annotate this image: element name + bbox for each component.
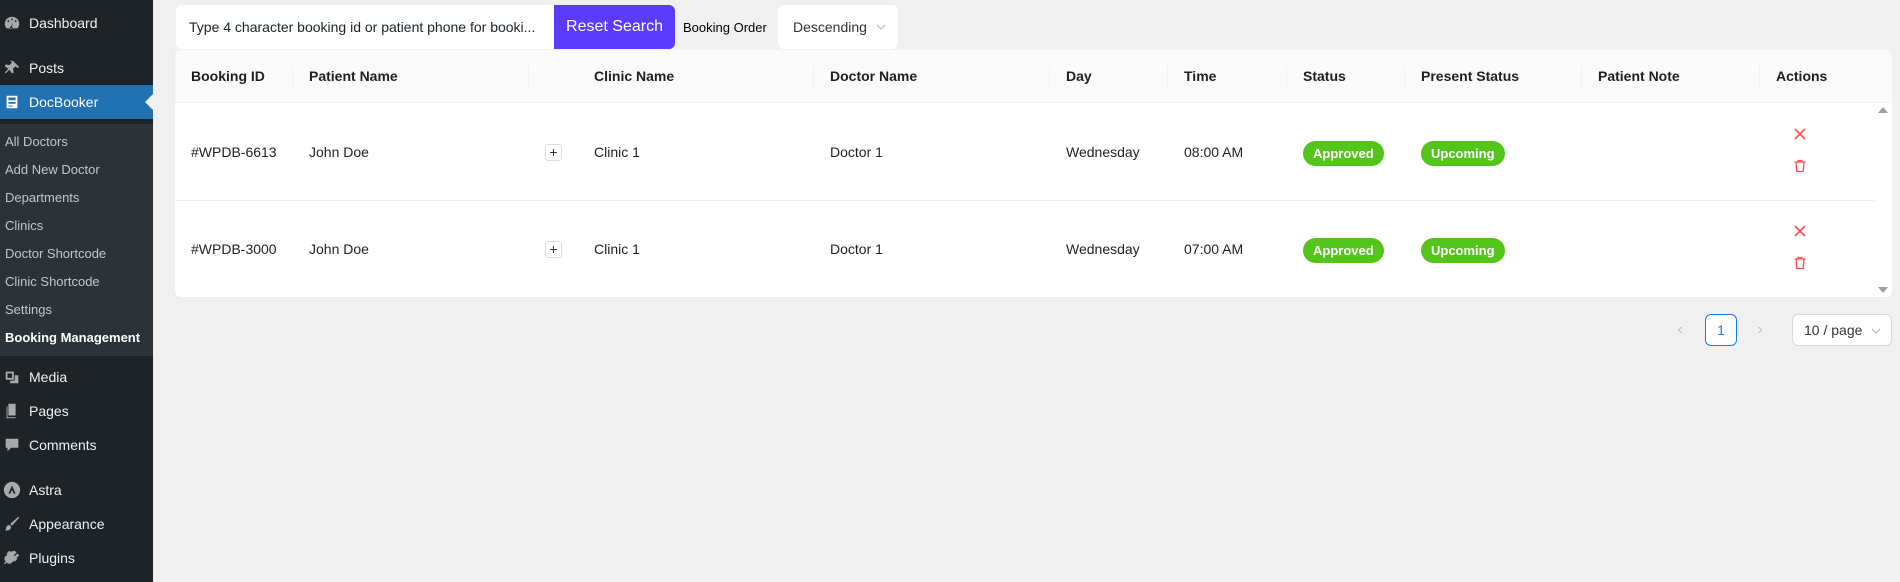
status-badge: Approved bbox=[1303, 141, 1384, 166]
menu-media[interactable]: Media bbox=[0, 360, 153, 394]
booking-search-box bbox=[176, 5, 554, 49]
media-icon bbox=[2, 367, 22, 387]
docbooker-submenu: All Doctors Add New Doctor Departments C… bbox=[0, 124, 153, 356]
header-clinic-name: Clinic Name bbox=[594, 68, 675, 84]
expand-row-button[interactable]: + bbox=[545, 241, 562, 258]
menu-appearance[interactable]: Appearance bbox=[0, 507, 153, 541]
menu-plugins-label: Plugins bbox=[29, 550, 75, 566]
expand-row-button[interactable]: + bbox=[545, 144, 562, 161]
table-row: #WPDB-6613 John Doe + Clinic 1 Doctor 1 … bbox=[175, 104, 1875, 201]
header-actions: Actions bbox=[1776, 68, 1828, 84]
submenu-all-doctors[interactable]: All Doctors bbox=[5, 134, 68, 149]
header-patient-note: Patient Note bbox=[1598, 68, 1680, 84]
present-status-badge: Upcoming bbox=[1421, 141, 1505, 166]
menu-pages-label: Pages bbox=[29, 403, 69, 419]
submenu-clinic-shortcode[interactable]: Clinic Shortcode bbox=[5, 274, 100, 289]
submenu-add-new-doctor[interactable]: Add New Doctor bbox=[5, 162, 100, 177]
cancel-booking-icon[interactable] bbox=[1792, 126, 1808, 142]
menu-media-label: Media bbox=[29, 369, 68, 385]
submenu-booking-management[interactable]: Booking Management bbox=[5, 330, 140, 345]
page-size-value: 10 / page bbox=[1804, 322, 1863, 338]
chevron-down-icon bbox=[1871, 328, 1881, 334]
cell-doctor-name: Doctor 1 bbox=[830, 241, 883, 257]
header-separator bbox=[1581, 66, 1582, 88]
cell-day: Wednesday bbox=[1066, 241, 1140, 257]
header-patient-name: Patient Name bbox=[309, 68, 398, 84]
astra-icon bbox=[2, 480, 22, 500]
cell-booking-id: #WPDB-3000 bbox=[191, 241, 277, 257]
cell-patient-name: John Doe bbox=[309, 241, 369, 257]
cancel-booking-icon[interactable] bbox=[1792, 223, 1808, 239]
scroll-up-arrow[interactable] bbox=[1878, 107, 1888, 113]
menu-appearance-label: Appearance bbox=[29, 516, 105, 532]
menu-dashboard-label: Dashboard bbox=[29, 15, 98, 31]
table-scrollbar[interactable] bbox=[1875, 103, 1892, 297]
pages-icon bbox=[2, 401, 22, 421]
header-doctor-name: Doctor Name bbox=[830, 68, 918, 84]
header-separator bbox=[1759, 66, 1760, 88]
menu-posts-label: Posts bbox=[29, 60, 65, 76]
header-status: Status bbox=[1303, 68, 1346, 84]
cell-doctor-name: Doctor 1 bbox=[830, 144, 883, 160]
header-separator bbox=[292, 66, 293, 88]
table-row: #WPDB-3000 John Doe + Clinic 1 Doctor 1 … bbox=[175, 201, 1875, 297]
submenu-clinics[interactable]: Clinics bbox=[5, 218, 43, 233]
cell-time: 08:00 AM bbox=[1184, 144, 1244, 160]
menu-posts[interactable]: Posts bbox=[0, 51, 153, 85]
brush-icon bbox=[2, 514, 22, 534]
bookings-table: Booking ID Patient Name Clinic Name Doct… bbox=[175, 50, 1892, 297]
menu-pages[interactable]: Pages bbox=[0, 394, 153, 428]
header-separator bbox=[1049, 66, 1050, 88]
scroll-down-arrow[interactable] bbox=[1878, 287, 1888, 293]
header-present-status: Present Status bbox=[1421, 68, 1520, 84]
booking-order-value: Descending bbox=[793, 19, 867, 35]
next-page-button[interactable]: › bbox=[1750, 320, 1770, 340]
booking-search-input[interactable] bbox=[189, 19, 554, 35]
docbooker-icon bbox=[2, 92, 22, 112]
dashboard-icon bbox=[2, 13, 22, 33]
header-separator bbox=[1404, 66, 1405, 88]
submenu-doctor-shortcode[interactable]: Doctor Shortcode bbox=[5, 246, 106, 261]
cell-patient-name: John Doe bbox=[309, 144, 369, 160]
menu-docbooker[interactable]: DocBooker bbox=[0, 85, 153, 119]
cell-clinic-name: Clinic 1 bbox=[594, 144, 640, 160]
cell-clinic-name: Clinic 1 bbox=[594, 241, 640, 257]
pin-icon bbox=[2, 58, 22, 78]
reset-search-button[interactable]: Reset Search bbox=[554, 5, 675, 49]
status-badge: Approved bbox=[1303, 238, 1384, 263]
present-status-badge: Upcoming bbox=[1421, 238, 1505, 263]
menu-dashboard[interactable]: Dashboard bbox=[0, 6, 153, 40]
prev-page-button[interactable]: ‹ bbox=[1670, 320, 1690, 340]
delete-icon[interactable] bbox=[1792, 158, 1808, 174]
menu-plugins[interactable]: Plugins bbox=[0, 541, 153, 575]
cell-booking-id: #WPDB-6613 bbox=[191, 144, 277, 160]
header-separator bbox=[1167, 66, 1168, 88]
booking-order-select[interactable]: Descending bbox=[778, 5, 898, 49]
comments-icon bbox=[2, 435, 22, 455]
header-separator bbox=[813, 66, 814, 88]
header-day: Day bbox=[1066, 68, 1092, 84]
submenu-departments[interactable]: Departments bbox=[5, 190, 79, 205]
submenu-settings[interactable]: Settings bbox=[5, 302, 52, 317]
page-size-select[interactable]: 10 / page bbox=[1792, 314, 1892, 346]
delete-icon[interactable] bbox=[1792, 255, 1808, 271]
page-1-button[interactable]: 1 bbox=[1705, 314, 1737, 346]
plugin-icon bbox=[2, 548, 22, 568]
header-time: Time bbox=[1184, 68, 1217, 84]
header-separator bbox=[1286, 66, 1287, 88]
booking-order-label: Booking Order bbox=[683, 20, 767, 35]
admin-sidebar: Dashboard Posts DocBooker All Doctors Ad… bbox=[0, 0, 153, 582]
chevron-down-icon bbox=[876, 24, 886, 30]
menu-comments[interactable]: Comments bbox=[0, 428, 153, 462]
cell-time: 07:00 AM bbox=[1184, 241, 1244, 257]
menu-astra[interactable]: Astra bbox=[0, 473, 153, 507]
table-header: Booking ID Patient Name Clinic Name Doct… bbox=[175, 50, 1892, 103]
menu-docbooker-label: DocBooker bbox=[29, 94, 99, 110]
cell-day: Wednesday bbox=[1066, 144, 1140, 160]
menu-comments-label: Comments bbox=[29, 437, 97, 453]
header-booking-id: Booking ID bbox=[191, 68, 265, 84]
menu-astra-label: Astra bbox=[29, 482, 62, 498]
header-separator bbox=[528, 66, 529, 88]
